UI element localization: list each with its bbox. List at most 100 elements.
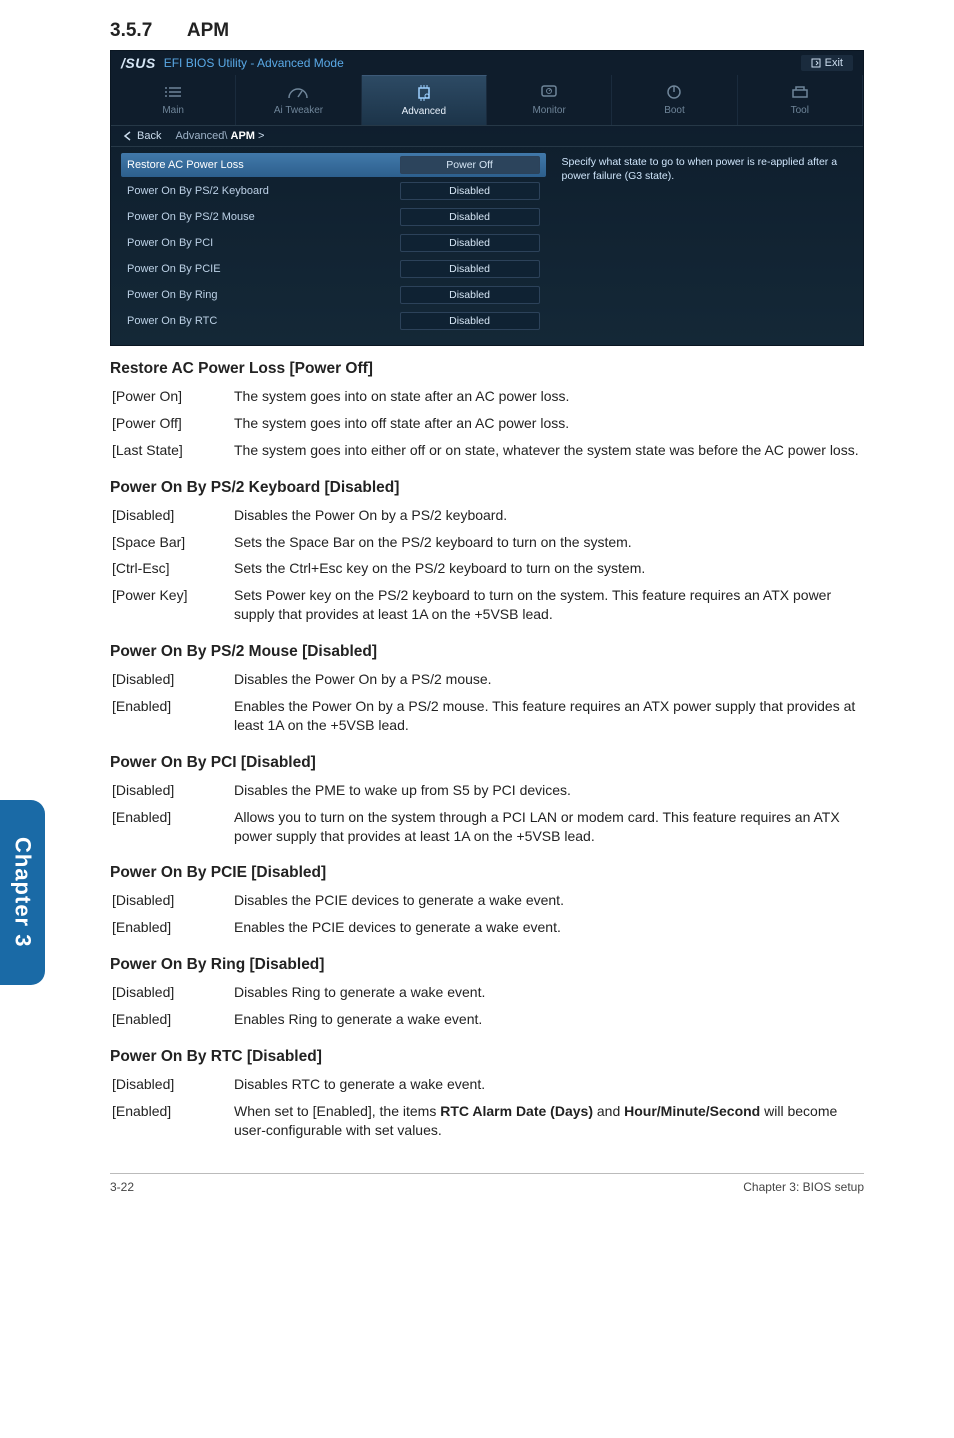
- setting-value[interactable]: Power Off: [400, 156, 540, 174]
- bios-settings-list: Restore AC Power Loss Power Off Power On…: [121, 153, 546, 335]
- setting-value[interactable]: Disabled: [400, 208, 540, 226]
- setting-label: Power On By PCIE: [127, 263, 400, 275]
- setting-label: Restore AC Power Loss: [127, 159, 400, 171]
- heading-restore-ac-power-loss: Restore AC Power Loss [Power Off]: [110, 360, 864, 378]
- asus-logo: /SUS: [121, 55, 156, 71]
- bios-titlebar: /SUS EFI BIOS Utility - Advanced Mode Ex…: [111, 51, 863, 75]
- defs-power-on-pci: [Disabled]Disables the PME to wake up fr…: [110, 776, 864, 851]
- def-key: [Last State]: [112, 438, 232, 463]
- def-key: [Disabled]: [112, 503, 232, 528]
- tab-advanced-label: Advanced: [362, 106, 486, 117]
- exit-label: Exit: [825, 57, 843, 69]
- setting-power-on-pci[interactable]: Power On By PCI Disabled: [121, 231, 546, 255]
- bios-title-left: /SUS EFI BIOS Utility - Advanced Mode: [121, 55, 344, 71]
- tab-advanced[interactable]: Advanced: [362, 75, 487, 125]
- def-key: [Enabled]: [112, 805, 232, 849]
- tab-main[interactable]: Main: [111, 75, 236, 125]
- def-val: The system goes into on state after an A…: [234, 384, 862, 409]
- def-key: [Disabled]: [112, 888, 232, 913]
- gauge-icon: [236, 81, 360, 103]
- setting-power-on-pcie[interactable]: Power On By PCIE Disabled: [121, 257, 546, 281]
- def-key: [Enabled]: [112, 1099, 232, 1143]
- heading-power-on-ps2-mouse: Power On By PS/2 Mouse [Disabled]: [110, 643, 864, 661]
- def-val: Sets the Space Bar on the PS/2 keyboard …: [234, 530, 862, 555]
- heading-power-on-pcie: Power On By PCIE [Disabled]: [110, 864, 864, 882]
- exit-icon: [811, 58, 821, 68]
- bios-help-panel: Specify what state to go to when power i…: [558, 153, 853, 335]
- def-val: The system goes into either off or on st…: [234, 438, 862, 463]
- def-key: [Space Bar]: [112, 530, 232, 555]
- def-val: Sets the Ctrl+Esc key on the PS/2 keyboa…: [234, 556, 862, 581]
- defs-power-on-ps2-keyboard: [Disabled]Disables the Power On by a PS/…: [110, 501, 864, 629]
- defs-power-on-rtc: [Disabled]Disables RTC to generate a wak…: [110, 1070, 864, 1145]
- defs-power-on-ring: [Disabled]Disables Ring to generate a wa…: [110, 978, 864, 1034]
- def-key: [Enabled]: [112, 1007, 232, 1032]
- def-val: When set to [Enabled], the items RTC Ala…: [234, 1099, 862, 1143]
- setting-power-on-ps2-mouse[interactable]: Power On By PS/2 Mouse Disabled: [121, 205, 546, 229]
- tool-icon: [738, 81, 862, 103]
- exit-button[interactable]: Exit: [801, 55, 853, 71]
- bios-tab-bar: Main Ai Tweaker Advanced Monitor Boot: [111, 75, 863, 126]
- setting-power-on-rtc[interactable]: Power On By RTC Disabled: [121, 309, 546, 333]
- back-arrow-icon: [123, 131, 133, 141]
- bold-text: RTC Alarm Date (Days): [440, 1103, 593, 1119]
- bios-window: /SUS EFI BIOS Utility - Advanced Mode Ex…: [110, 50, 864, 346]
- tab-boot[interactable]: Boot: [612, 75, 737, 125]
- text: and: [593, 1103, 624, 1119]
- heading-power-on-pci: Power On By PCI [Disabled]: [110, 754, 864, 772]
- setting-value[interactable]: Disabled: [400, 260, 540, 278]
- setting-value[interactable]: Disabled: [400, 182, 540, 200]
- defs-restore-ac-power-loss: [Power On]The system goes into on state …: [110, 382, 864, 465]
- setting-label: Power On By PCI: [127, 237, 400, 249]
- setting-label: Power On By PS/2 Mouse: [127, 211, 400, 223]
- def-val: Disables the PME to wake up from S5 by P…: [234, 778, 862, 803]
- tab-monitor[interactable]: Monitor: [487, 75, 612, 125]
- page-number: 3-22: [110, 1180, 134, 1194]
- def-val: Disables RTC to generate a wake event.: [234, 1072, 862, 1097]
- crumb-leaf: APM: [231, 130, 255, 142]
- breadcrumb: Back Advanced\ APM >: [111, 126, 863, 147]
- bold-text: Hour/Minute/Second: [624, 1103, 760, 1119]
- setting-restore-ac-power-loss[interactable]: Restore AC Power Loss Power Off: [121, 153, 546, 177]
- setting-value[interactable]: Disabled: [400, 286, 540, 304]
- tab-ai-tweaker[interactable]: Ai Tweaker: [236, 75, 361, 125]
- bios-title-text: EFI BIOS Utility - Advanced Mode: [164, 56, 344, 70]
- def-val: Disables the Power On by a PS/2 mouse.: [234, 667, 862, 692]
- def-key: [Disabled]: [112, 778, 232, 803]
- heading-power-on-rtc: Power On By RTC [Disabled]: [110, 1048, 864, 1066]
- section-heading: 3.5.7 APM: [110, 20, 864, 42]
- back-button[interactable]: Back: [123, 130, 161, 142]
- setting-label: Power On By PS/2 Keyboard: [127, 185, 400, 197]
- setting-power-on-ps2-keyboard[interactable]: Power On By PS/2 Keyboard Disabled: [121, 179, 546, 203]
- power-icon: [612, 81, 736, 103]
- tab-tool[interactable]: Tool: [738, 75, 863, 125]
- list-icon: [111, 81, 235, 103]
- text: When set to [Enabled], the items: [234, 1103, 440, 1119]
- heading-power-on-ps2-keyboard: Power On By PS/2 Keyboard [Disabled]: [110, 479, 864, 497]
- defs-power-on-pcie: [Disabled]Disables the PCIE devices to g…: [110, 886, 864, 942]
- chapter-label: Chapter 3: BIOS setup: [743, 1180, 864, 1194]
- setting-value[interactable]: Disabled: [400, 312, 540, 330]
- def-key: [Disabled]: [112, 667, 232, 692]
- bios-body: Restore AC Power Loss Power Off Power On…: [111, 147, 863, 345]
- chapter-side-tab-label: Chapter 3: [10, 837, 36, 947]
- def-val: Enables the Power On by a PS/2 mouse. Th…: [234, 694, 862, 738]
- back-label: Back: [137, 130, 161, 142]
- section-title: APM: [187, 20, 229, 41]
- def-val: The system goes into off state after an …: [234, 411, 862, 436]
- chapter-side-tab: Chapter 3: [0, 800, 45, 985]
- chip-icon: [362, 82, 486, 104]
- setting-power-on-ring[interactable]: Power On By Ring Disabled: [121, 283, 546, 307]
- def-key: [Power Off]: [112, 411, 232, 436]
- heading-power-on-ring: Power On By Ring [Disabled]: [110, 956, 864, 974]
- def-val: Disables the PCIE devices to generate a …: [234, 888, 862, 913]
- section-number: 3.5.7: [110, 20, 152, 41]
- setting-value[interactable]: Disabled: [400, 234, 540, 252]
- def-val: Enables the PCIE devices to generate a w…: [234, 915, 862, 940]
- monitor-icon: [487, 81, 611, 103]
- def-key: [Ctrl-Esc]: [112, 556, 232, 581]
- def-key: [Power On]: [112, 384, 232, 409]
- def-key: [Enabled]: [112, 694, 232, 738]
- tab-monitor-label: Monitor: [487, 105, 611, 116]
- def-val: Allows you to turn on the system through…: [234, 805, 862, 849]
